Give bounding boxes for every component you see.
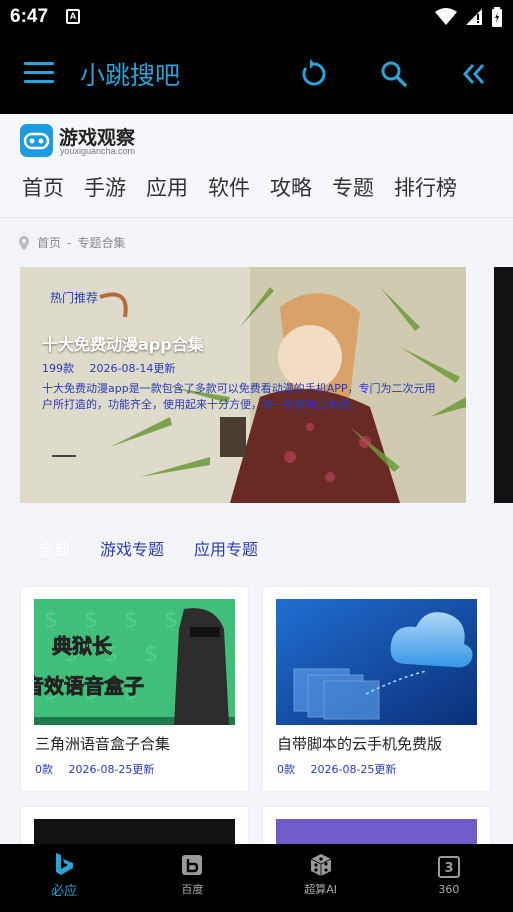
banner-description: 十大免费动漫app是一款包含了多款可以免费看动漫的手机APP，专门为二次元用户所… xyxy=(42,382,436,411)
thumb-text-2: 音效语音盒子 xyxy=(34,674,144,698)
banner-tag: 热门推荐 xyxy=(50,291,99,305)
app-bar: 小跳搜吧 xyxy=(0,36,513,114)
tab-all[interactable]: 全部 xyxy=(38,536,70,560)
site-header: 游戏观察 youxiguancha.com 首页 手游 应用 软件 攻略 专题 … xyxy=(0,114,513,218)
featured-banner[interactable]: 热门推荐 十大免费动漫app合集 199款 2026-08-14更新 十大免费动… xyxy=(20,267,466,503)
topic-card[interactable]: 自带脚本的云手机免费版 0款 2026-08-25更新 xyxy=(262,586,491,792)
nav-item[interactable]: 攻略 xyxy=(270,172,312,202)
bing-icon xyxy=(52,852,76,876)
card-date: 2026-08-25更新 xyxy=(310,763,397,776)
svg-text:$: $ xyxy=(164,608,178,633)
nav-item[interactable]: 应用 xyxy=(146,172,188,202)
site-nav: 首页 手游 应用 软件 攻略 专题 排行榜 xyxy=(22,172,477,202)
card-count: 0款 xyxy=(277,763,295,776)
gamepad-icon xyxy=(23,132,50,150)
card-date: 2026-08-25更新 xyxy=(68,763,155,776)
double-chevron-left-icon[interactable] xyxy=(456,56,492,92)
tab-game-topics[interactable]: 游戏专题 xyxy=(100,536,164,560)
battery-icon xyxy=(492,7,502,27)
card-count: 0款 xyxy=(35,763,53,776)
site-domain: youxiguancha.com xyxy=(60,146,136,156)
bottom-nav-label: 超算AI xyxy=(304,883,338,896)
gesture-bar xyxy=(0,906,513,912)
app-title: 小跳搜吧 xyxy=(80,61,181,90)
status-time: 6:47 xyxy=(10,6,49,27)
thumb-text-1: 典狱长 xyxy=(52,634,113,658)
nav-item[interactable]: 排行榜 xyxy=(394,172,457,202)
breadcrumb-current: 专题合集 xyxy=(77,236,126,250)
bottom-nav: 必应 百度 超算AI 3 360 xyxy=(0,844,513,906)
topic-card[interactable] xyxy=(20,806,249,844)
banner-date: 2026-08-14更新 xyxy=(89,362,176,375)
card-thumbnail: $ $ $ $ $ $ $ $ $ $ 典狱长 音效语音盒子 xyxy=(34,599,235,725)
breadcrumb-home[interactable]: 首页 xyxy=(37,234,61,251)
menu-icon[interactable] xyxy=(24,62,54,86)
card-meta: 0款 2026-08-25更新 xyxy=(277,761,408,777)
svg-text:$: $ xyxy=(44,608,58,633)
signal-icon xyxy=(466,9,482,25)
svg-text:$: $ xyxy=(124,608,138,633)
bottom-nav-label: 百度 xyxy=(181,883,204,896)
status-icons xyxy=(435,7,503,27)
banner-meta: 199款 2026-08-14更新 xyxy=(42,360,187,376)
banner-title[interactable]: 十大免费动漫app合集 xyxy=(42,331,204,355)
topic-card[interactable] xyxy=(262,806,491,844)
status-bar: 6:47 A xyxy=(0,0,513,36)
bottom-nav-label: 360 xyxy=(438,882,460,896)
bottom-nav-bing[interactable]: 必应 xyxy=(0,844,128,906)
bottom-nav-baidu[interactable]: 百度 xyxy=(128,844,256,906)
card-thumbnail xyxy=(34,819,235,844)
baidu-icon xyxy=(180,853,204,877)
svg-text:$: $ xyxy=(84,608,98,633)
bottom-nav-label: 必应 xyxy=(51,883,78,899)
banner-next-slide[interactable] xyxy=(494,267,513,503)
breadcrumb-separator: - xyxy=(67,235,72,250)
wifi-icon xyxy=(435,8,457,25)
topic-tabs: 全部 游戏专题 应用专题 xyxy=(38,536,288,560)
location-pin-icon xyxy=(19,235,29,250)
dice-icon xyxy=(309,853,333,877)
nav-item[interactable]: 软件 xyxy=(208,172,250,202)
360-icon: 3 xyxy=(437,855,461,879)
nav-item[interactable]: 手游 xyxy=(84,172,126,202)
site-logo[interactable] xyxy=(20,124,53,157)
web-content: 游戏观察 youxiguancha.com 首页 手游 应用 软件 攻略 专题 … xyxy=(0,114,513,844)
bottom-nav-ai[interactable]: 超算AI xyxy=(257,844,385,906)
svg-text:$: $ xyxy=(144,642,158,667)
notification-icon: A xyxy=(66,9,80,24)
breadcrumb: 首页 - 专题合集 xyxy=(18,234,125,251)
card-thumbnail xyxy=(276,819,477,844)
card-meta: 0款 2026-08-25更新 xyxy=(35,761,166,777)
topic-card[interactable]: $ $ $ $ $ $ $ $ $ $ 典狱长 音效语音盒子 三角洲语音盒子合集 0款 202… xyxy=(20,586,249,792)
svg-text:3: 3 xyxy=(444,861,453,876)
card-title[interactable]: 自带脚本的云手机免费版 xyxy=(277,733,442,754)
arrow-right-icon xyxy=(52,455,76,457)
banner-count: 199款 xyxy=(42,362,74,375)
card-title[interactable]: 三角洲语音盒子合集 xyxy=(35,733,170,754)
search-icon[interactable] xyxy=(376,56,412,92)
bottom-nav-360[interactable]: 3 360 xyxy=(385,844,513,906)
nav-item[interactable]: 首页 xyxy=(22,172,64,202)
tab-app-topics[interactable]: 应用专题 xyxy=(194,536,258,560)
card-thumbnail xyxy=(276,599,477,725)
refresh-icon[interactable] xyxy=(296,56,332,92)
nav-item[interactable]: 专题 xyxy=(332,172,374,202)
